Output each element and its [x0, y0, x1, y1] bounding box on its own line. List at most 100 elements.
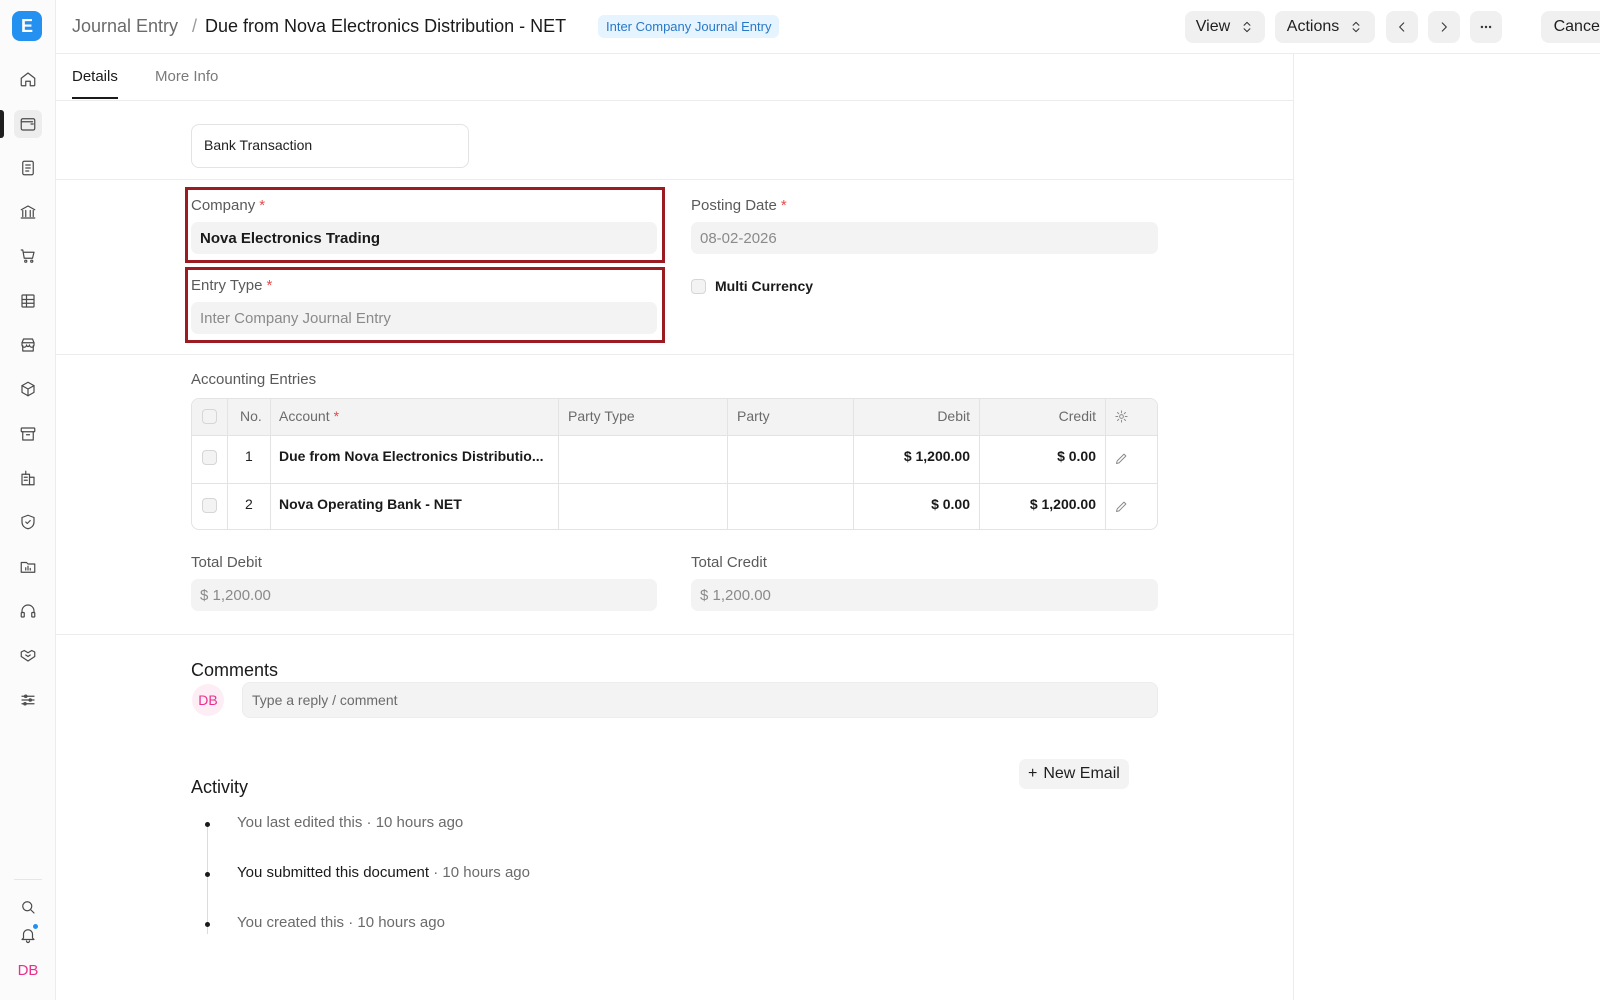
view-button-label: View: [1195, 18, 1231, 35]
multi-currency-checkbox[interactable]: [691, 279, 706, 294]
actions-button[interactable]: Actions: [1275, 11, 1375, 43]
column-divider: [558, 399, 559, 529]
sidebar: E DB: [0, 0, 56, 1000]
headset-icon[interactable]: [14, 597, 42, 625]
total-credit-label: Total Credit: [691, 554, 767, 571]
section-divider: [56, 179, 1294, 180]
section-divider: [56, 634, 1294, 635]
comment-input[interactable]: Type a reply / comment: [242, 682, 1158, 718]
cancel-button[interactable]: Cancel: [1541, 11, 1600, 43]
document-icon[interactable]: [14, 154, 42, 182]
row-credit[interactable]: $ 1,200.00: [979, 496, 1096, 512]
plus-icon: +: [1028, 765, 1038, 782]
total-debit-label: Total Debit: [191, 554, 262, 571]
more-button[interactable]: [1470, 11, 1502, 43]
app-logo[interactable]: E: [12, 11, 42, 41]
select-all-checkbox[interactable]: [202, 409, 217, 424]
multi-currency-label: Multi Currency: [715, 278, 814, 294]
shield-icon[interactable]: [14, 508, 42, 536]
view-button[interactable]: View: [1185, 11, 1265, 43]
column-header-party[interactable]: Party: [737, 408, 770, 424]
edit-row-icon[interactable]: [1114, 499, 1129, 517]
home-icon[interactable]: [14, 65, 42, 93]
posting-date-label: Posting Date *: [691, 197, 787, 214]
previous-button[interactable]: [1386, 11, 1418, 43]
row-account[interactable]: Nova Operating Bank - NET: [279, 496, 462, 512]
archive-icon[interactable]: [14, 420, 42, 448]
column-divider: [1105, 399, 1106, 529]
actions-button-label: Actions: [1286, 18, 1340, 35]
comments-title: Comments: [191, 660, 279, 680]
table-icon[interactable]: [14, 287, 42, 315]
page-header: Journal Entry / Due from Nova Electronic…: [56, 0, 1600, 54]
row-debit[interactable]: $ 1,200.00: [853, 448, 970, 464]
bell-icon[interactable]: [14, 921, 42, 949]
timeline-dot: [205, 872, 210, 877]
activity-item: You created this · 10 hours ago: [237, 914, 445, 931]
gear-icon[interactable]: [1114, 409, 1129, 427]
total-debit-field: $ 1,200.00: [191, 579, 657, 611]
tabs-divider: [56, 100, 1294, 101]
page-title: Due from Nova Electronics Distribution -…: [205, 16, 567, 36]
tab-details[interactable]: Details: [72, 68, 118, 99]
entry-type-label: Entry Type *: [191, 277, 273, 294]
accounting-entries-table: No. Account * Party Type Party Debit Cred…: [191, 398, 1158, 530]
row-number: 2: [245, 496, 253, 512]
row-divider: [192, 483, 1157, 484]
new-email-label: New Email: [1043, 765, 1120, 782]
form-area: Details More Info Bank Transaction Compa…: [56, 54, 1294, 1000]
company-value: Nova Electronics Trading: [200, 229, 381, 247]
status-badge: Inter Company Journal Entry: [598, 15, 780, 38]
sliders-icon[interactable]: [14, 686, 42, 714]
activity-item: You last edited this · 10 hours ago: [237, 814, 464, 831]
timeline-dot: [205, 922, 210, 927]
row-account[interactable]: Due from Nova Electronics Distributio...: [279, 448, 544, 464]
folder-chart-icon[interactable]: [14, 553, 42, 581]
total-credit-value: $ 1,200.00: [700, 586, 771, 604]
activity-item: You submitted this document · 10 hours a…: [237, 864, 530, 881]
breadcrumb-journal-entry[interactable]: Journal Entry: [72, 16, 178, 37]
handshake-icon[interactable]: [14, 641, 42, 669]
activity-title: Activity: [191, 777, 249, 797]
company-label: Company *: [191, 197, 266, 214]
next-button[interactable]: [1428, 11, 1460, 43]
column-header-no: No.: [240, 408, 262, 424]
row-divider: [192, 435, 1157, 436]
active-indicator: [0, 110, 4, 138]
chevron-updown-icon: [1243, 21, 1251, 33]
timeline-dot: [205, 822, 210, 827]
bank-transaction-link[interactable]: Bank Transaction: [191, 124, 469, 168]
row-select-checkbox[interactable]: [202, 498, 217, 513]
tab-more-info[interactable]: More Info: [155, 68, 218, 97]
posting-date-field[interactable]: 08-02-2026: [691, 222, 1158, 254]
row-debit[interactable]: $ 0.00: [853, 496, 970, 512]
row-credit[interactable]: $ 0.00: [979, 448, 1096, 464]
company-field[interactable]: Nova Electronics Trading: [191, 222, 657, 254]
cart-icon[interactable]: [14, 242, 42, 270]
column-divider: [727, 399, 728, 529]
activity-timeline: [207, 824, 208, 934]
bank-icon[interactable]: [14, 198, 42, 226]
building-icon[interactable]: [14, 464, 42, 492]
accounting-entries-title: Accounting Entries: [191, 371, 317, 388]
wallet-icon[interactable]: [14, 110, 42, 138]
section-divider: [56, 354, 1294, 355]
new-email-button[interactable]: + New Email: [1019, 759, 1129, 789]
box-icon[interactable]: [14, 375, 42, 403]
store-icon[interactable]: [14, 331, 42, 359]
notification-dot: [32, 923, 39, 930]
row-select-checkbox[interactable]: [202, 450, 217, 465]
user-avatar[interactable]: DB: [14, 958, 42, 982]
sidebar-divider: [14, 879, 42, 880]
column-header-credit[interactable]: Credit: [979, 408, 1096, 424]
column-header-party-type[interactable]: Party Type: [568, 408, 635, 424]
column-header-debit[interactable]: Debit: [853, 408, 970, 424]
total-debit-value: $ 1,200.00: [200, 586, 271, 604]
column-header-account[interactable]: Account *: [279, 408, 339, 424]
entry-type-field[interactable]: Inter Company Journal Entry: [191, 302, 657, 334]
chevron-updown-icon: [1352, 21, 1360, 33]
edit-row-icon[interactable]: [1114, 451, 1129, 469]
search-icon[interactable]: [14, 893, 42, 921]
column-divider: [227, 399, 228, 529]
posting-date-value: 08-02-2026: [700, 229, 777, 247]
